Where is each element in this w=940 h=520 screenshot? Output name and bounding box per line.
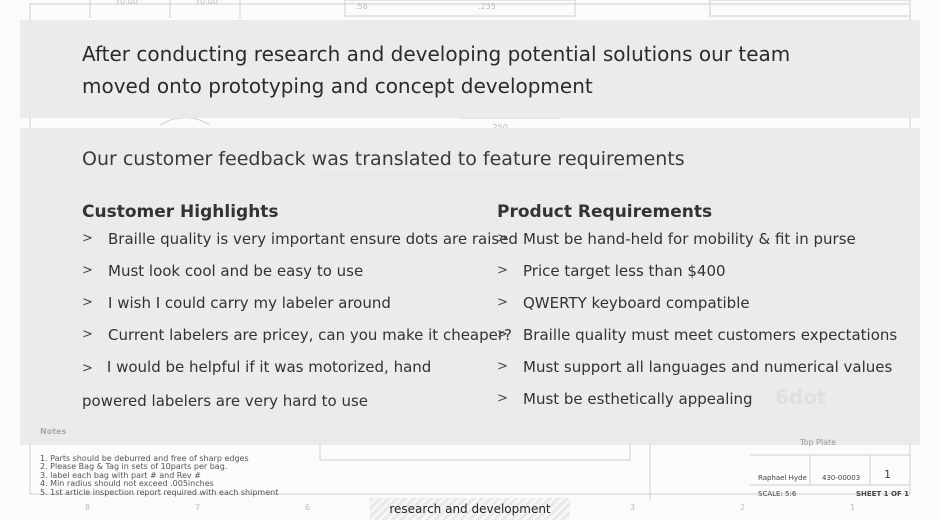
notes-title: Notes [40,427,67,436]
chevron-right-icon: > [82,361,93,376]
list-item: > Must be hand-held for mobility & fit in… [497,228,907,260]
subheading: Our customer feedback was translated to … [82,148,685,170]
chevron-right-icon: > [82,231,93,246]
list-item: > Must be esthetically appealing [497,388,907,420]
svg-text:7: 7 [195,503,200,512]
list-item: > Price target less than $400 [497,260,907,292]
list-item-text: Current labelers are pricey, can you mak… [108,326,512,344]
sheet-number: SHEET 1 OF 1 [856,490,910,498]
svg-text:3: 3 [630,503,635,512]
svg-text:70.00: 70.00 [195,0,218,6]
part-name: Top Plate [800,438,837,447]
page-headline: After conducting research and developing… [82,42,791,98]
chevron-right-icon: > [497,359,508,374]
list-item: > Must support all languages and numerica… [497,356,907,388]
headline-banner: After conducting research and developing… [20,20,920,118]
image-caption: research and development [370,498,570,520]
svg-text:6: 6 [305,503,310,512]
svg-text:.58: .58 [355,2,368,11]
svg-text:.235: .235 [478,2,496,11]
revision: 1 [884,468,891,481]
drawing-scale: SCALE: 5:6 [758,490,797,498]
list-item-text: Must be esthetically appealing [523,390,753,408]
drawing-notes: Notes 1. Parts should be deburred and fr… [40,427,279,497]
list-item: > Braille quality must meet customers exp… [497,324,907,356]
chevron-right-icon: > [82,263,93,278]
list-item-text: Braille quality must meet customers expe… [523,326,898,344]
chevron-right-icon: > [497,327,508,342]
list-item: > Braille quality is very important ensur… [82,228,518,260]
list-item: > I would be helpful if it was motorized,… [82,351,492,417]
drawing-number: 430-00003 [822,474,861,482]
note-line: 5. 1st article inspection report require… [40,487,279,497]
list-item: > Must look cool and be easy to use [82,260,492,292]
svg-text:1: 1 [850,503,855,512]
drawn-by: Raphael Hyde [758,474,807,482]
list-item-text: I wish I could carry my labeler around [108,294,391,312]
list-item-text: Braille quality is very important ensure… [108,230,518,248]
list-item: > QWERTY keyboard compatible [497,292,907,324]
list-item-text: Must look cool and be easy to use [108,262,364,280]
customer-highlights-title: Customer Highlights [82,202,279,222]
list-item-text: Price target less than $400 [523,262,726,280]
list-item-text: QWERTY keyboard compatible [523,294,750,312]
chevron-right-icon: > [82,327,93,342]
customer-highlights-column: Customer Highlights > Braille quality is … [82,202,518,417]
svg-text:70.00: 70.00 [115,0,138,6]
list-item-text: I would be helpful if it was motorized, … [82,358,432,410]
list-item-text: Must be hand-held for mobility & fit in … [523,230,856,248]
svg-text:8: 8 [85,503,90,512]
chevron-right-icon: > [497,391,508,406]
chevron-right-icon: > [82,295,93,310]
list-item: > I wish I could carry my labeler around [82,292,492,324]
product-requirements-column: Product Requirements > Must be hand-held … [497,202,907,420]
chevron-right-icon: > [497,231,508,246]
chevron-right-icon: > [497,263,508,278]
svg-text:2: 2 [740,503,745,512]
chevron-right-icon: > [497,295,508,310]
company-logo: 6dot [775,385,827,409]
product-requirements-title: Product Requirements [497,202,713,222]
list-item-text: Must support all languages and numerical… [523,358,893,376]
